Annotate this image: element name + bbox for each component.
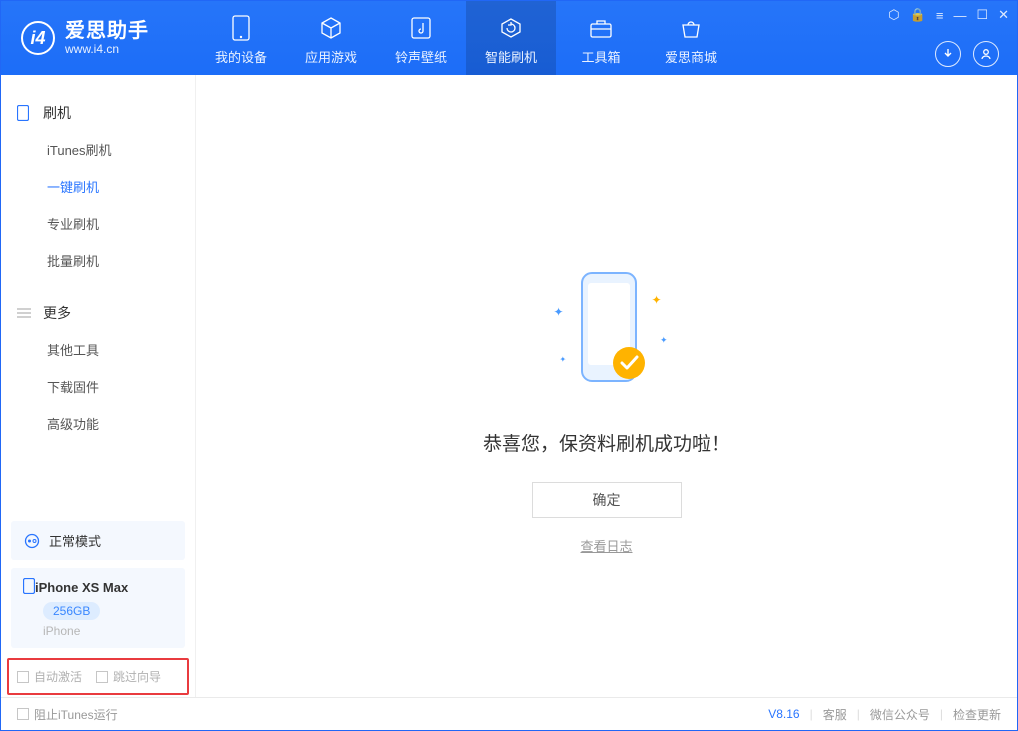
main-content: ✦ ✦ ✦ ✦ 恭喜您，保资料刷机成功啦！ 确定 查看日志 (196, 75, 1017, 697)
device-icon (232, 15, 250, 41)
cube-icon (319, 15, 343, 41)
header: i4 爱思助手 www.i4.cn 我的设备 应用游戏 铃声壁纸 智能刷机 工具… (1, 1, 1017, 75)
device-icon (23, 578, 35, 597)
phone-icon (17, 105, 33, 121)
shirt-icon[interactable]: ⬡ (888, 7, 899, 23)
window-controls: ⬡ 🔒 ≡ — ☐ ✕ (888, 7, 1009, 23)
sidebar-group-more: 更多 (1, 295, 195, 331)
music-icon (410, 15, 432, 41)
header-right-icons (935, 41, 999, 67)
device-type: iPhone (43, 624, 173, 638)
sidebar-group-flash: 刷机 (1, 95, 195, 131)
close-button[interactable]: ✕ (998, 7, 1009, 23)
tab-toolbox[interactable]: 工具箱 (556, 1, 646, 75)
brand-name: 爱思助手 (65, 20, 149, 43)
checkbox-auto-activate[interactable]: 自动激活 (17, 668, 82, 685)
device-info-card[interactable]: iPhone XS Max 256GB iPhone (11, 568, 185, 648)
refresh-icon (499, 15, 523, 41)
footer-link-wechat[interactable]: 微信公众号 (870, 706, 930, 723)
maximize-button[interactable]: ☐ (976, 7, 988, 23)
footer-link-support[interactable]: 客服 (823, 706, 847, 723)
download-icon[interactable] (935, 41, 961, 67)
logo-icon: i4 (21, 21, 55, 55)
mode-icon (23, 532, 41, 550)
brand-site: www.i4.cn (65, 43, 149, 57)
tab-apps-games[interactable]: 应用游戏 (286, 1, 376, 75)
logo-block: i4 爱思助手 www.i4.cn (1, 1, 196, 75)
tab-my-device[interactable]: 我的设备 (196, 1, 286, 75)
footer: 阻止iTunes运行 V8.16 | 客服 | 微信公众号 | 检查更新 (1, 697, 1017, 730)
tab-store[interactable]: 爱思商城 (646, 1, 736, 75)
checkbox-skip-guide[interactable]: 跳过向导 (96, 668, 161, 685)
tab-smart-flash[interactable]: 智能刷机 (466, 1, 556, 75)
version-label: V8.16 (768, 707, 799, 721)
success-message: 恭喜您，保资料刷机成功啦！ (483, 429, 730, 456)
view-log-link[interactable]: 查看日志 (580, 536, 632, 555)
sidebar-item-advanced[interactable]: 高级功能 (1, 405, 195, 442)
store-icon (679, 15, 703, 41)
device-mode-label: 正常模式 (49, 531, 101, 550)
minimize-button[interactable]: — (953, 8, 966, 23)
user-icon[interactable] (973, 41, 999, 67)
highlighted-checkbox-row: 自动激活 跳过向导 (7, 658, 189, 695)
checkbox-block-itunes[interactable]: 阻止iTunes运行 (17, 706, 118, 723)
device-name: iPhone XS Max (35, 580, 128, 595)
sidebar-item-itunes-flash[interactable]: iTunes刷机 (1, 131, 195, 168)
sidebar-item-oneclick-flash[interactable]: 一键刷机 (1, 168, 195, 205)
success-illustration: ✦ ✦ ✦ ✦ (552, 265, 662, 405)
nav-tabs: 我的设备 应用游戏 铃声壁纸 智能刷机 工具箱 爱思商城 (196, 1, 736, 75)
menu-icon[interactable]: ≡ (936, 8, 944, 23)
sidebar-item-other-tools[interactable]: 其他工具 (1, 331, 195, 368)
list-icon (17, 307, 33, 319)
storage-badge: 256GB (43, 602, 100, 620)
lock-icon[interactable]: 🔒 (910, 7, 926, 23)
device-panel: 正常模式 iPhone XS Max 256GB iPhone (1, 521, 195, 658)
sidebar-item-pro-flash[interactable]: 专业刷机 (1, 205, 195, 242)
sidebar: 刷机 iTunes刷机 一键刷机 专业刷机 批量刷机 更多 其他工具 下载固件 … (1, 75, 196, 697)
ok-button[interactable]: 确定 (532, 482, 682, 518)
sidebar-item-batch-flash[interactable]: 批量刷机 (1, 242, 195, 279)
device-mode-card[interactable]: 正常模式 (11, 521, 185, 560)
toolbox-icon (589, 15, 613, 41)
footer-link-update[interactable]: 检查更新 (953, 706, 1001, 723)
tab-ringtones[interactable]: 铃声壁纸 (376, 1, 466, 75)
sidebar-item-download-firmware[interactable]: 下载固件 (1, 368, 195, 405)
